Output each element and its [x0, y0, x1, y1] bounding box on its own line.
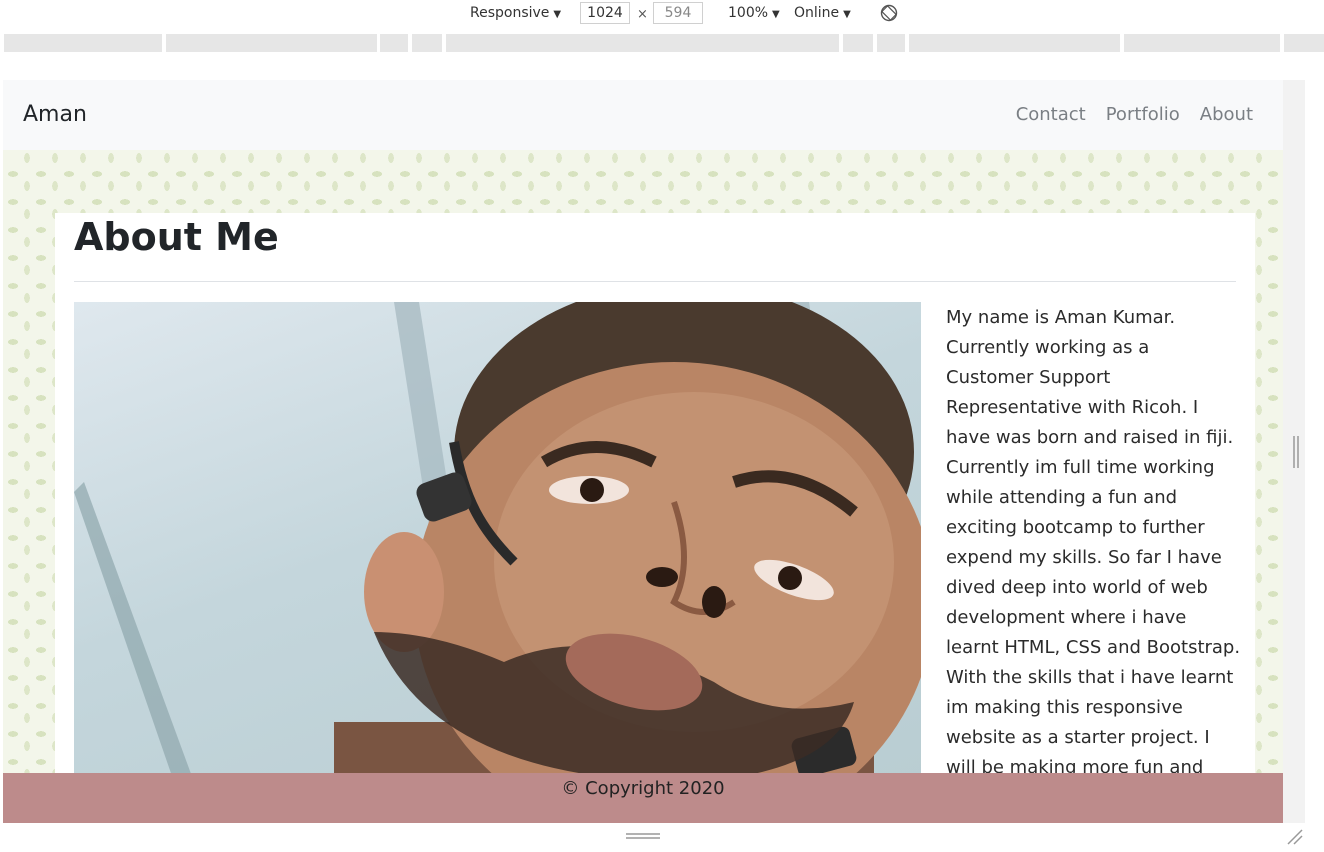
media-query-segment[interactable]: [877, 34, 905, 52]
resize-handle-corner-icon[interactable]: [1286, 828, 1304, 846]
page-viewport: Aman Contact Portfolio About About Me My…: [3, 80, 1283, 823]
profile-photo: [74, 302, 921, 782]
chevron-down-icon: ▼: [553, 9, 562, 20]
media-query-segment[interactable]: [412, 34, 442, 52]
about-card: About Me My name is Aman Kumar. Currentl…: [55, 213, 1255, 823]
throttle-select[interactable]: Online ▼: [794, 5, 851, 21]
resize-handle-bottom-icon[interactable]: [626, 832, 660, 840]
zoom-select[interactable]: 100% ▼: [728, 5, 780, 21]
media-query-segment[interactable]: [1124, 34, 1280, 52]
rotate-icon[interactable]: [880, 4, 898, 22]
footer: © Copyright 2020: [3, 773, 1283, 823]
width-input[interactable]: 1024: [580, 2, 630, 24]
chevron-down-icon: ▼: [772, 9, 780, 20]
media-query-bar: [0, 34, 1324, 52]
media-query-segment[interactable]: [446, 34, 839, 52]
profile-photo-illustration: [74, 302, 921, 782]
about-bio: My name is Aman Kumar. Currently working…: [946, 307, 1241, 808]
page-title: About Me: [74, 215, 279, 259]
throttle-label: Online: [794, 5, 840, 21]
navbar-brand[interactable]: Aman: [23, 102, 87, 127]
media-query-segment[interactable]: [166, 34, 377, 52]
copyright-text: © Copyright 2020: [561, 778, 725, 799]
devtools-toolbar: Responsive ▼ 1024 × 594 100% ▼ Online ▼: [0, 0, 1324, 28]
device-label: Responsive: [470, 5, 550, 21]
nav-link-about[interactable]: About: [1200, 104, 1253, 125]
height-input[interactable]: 594: [653, 2, 703, 24]
media-query-segment[interactable]: [1284, 34, 1324, 52]
media-query-segment[interactable]: [380, 34, 408, 52]
nav-links: Contact Portfolio About: [1016, 104, 1253, 125]
media-query-segment[interactable]: [909, 34, 1120, 52]
chevron-down-icon: ▼: [843, 9, 851, 20]
nav-link-portfolio[interactable]: Portfolio: [1106, 104, 1180, 125]
dimension-separator: ×: [637, 7, 648, 22]
divider: [74, 281, 1236, 282]
zoom-label: 100%: [728, 5, 769, 21]
device-select[interactable]: Responsive ▼: [470, 5, 561, 21]
media-query-segment[interactable]: [843, 34, 873, 52]
resize-handle-right-icon[interactable]: [1292, 436, 1300, 468]
navbar: Aman Contact Portfolio About: [3, 80, 1283, 150]
nav-link-contact[interactable]: Contact: [1016, 104, 1086, 125]
media-query-segment[interactable]: [4, 34, 162, 52]
